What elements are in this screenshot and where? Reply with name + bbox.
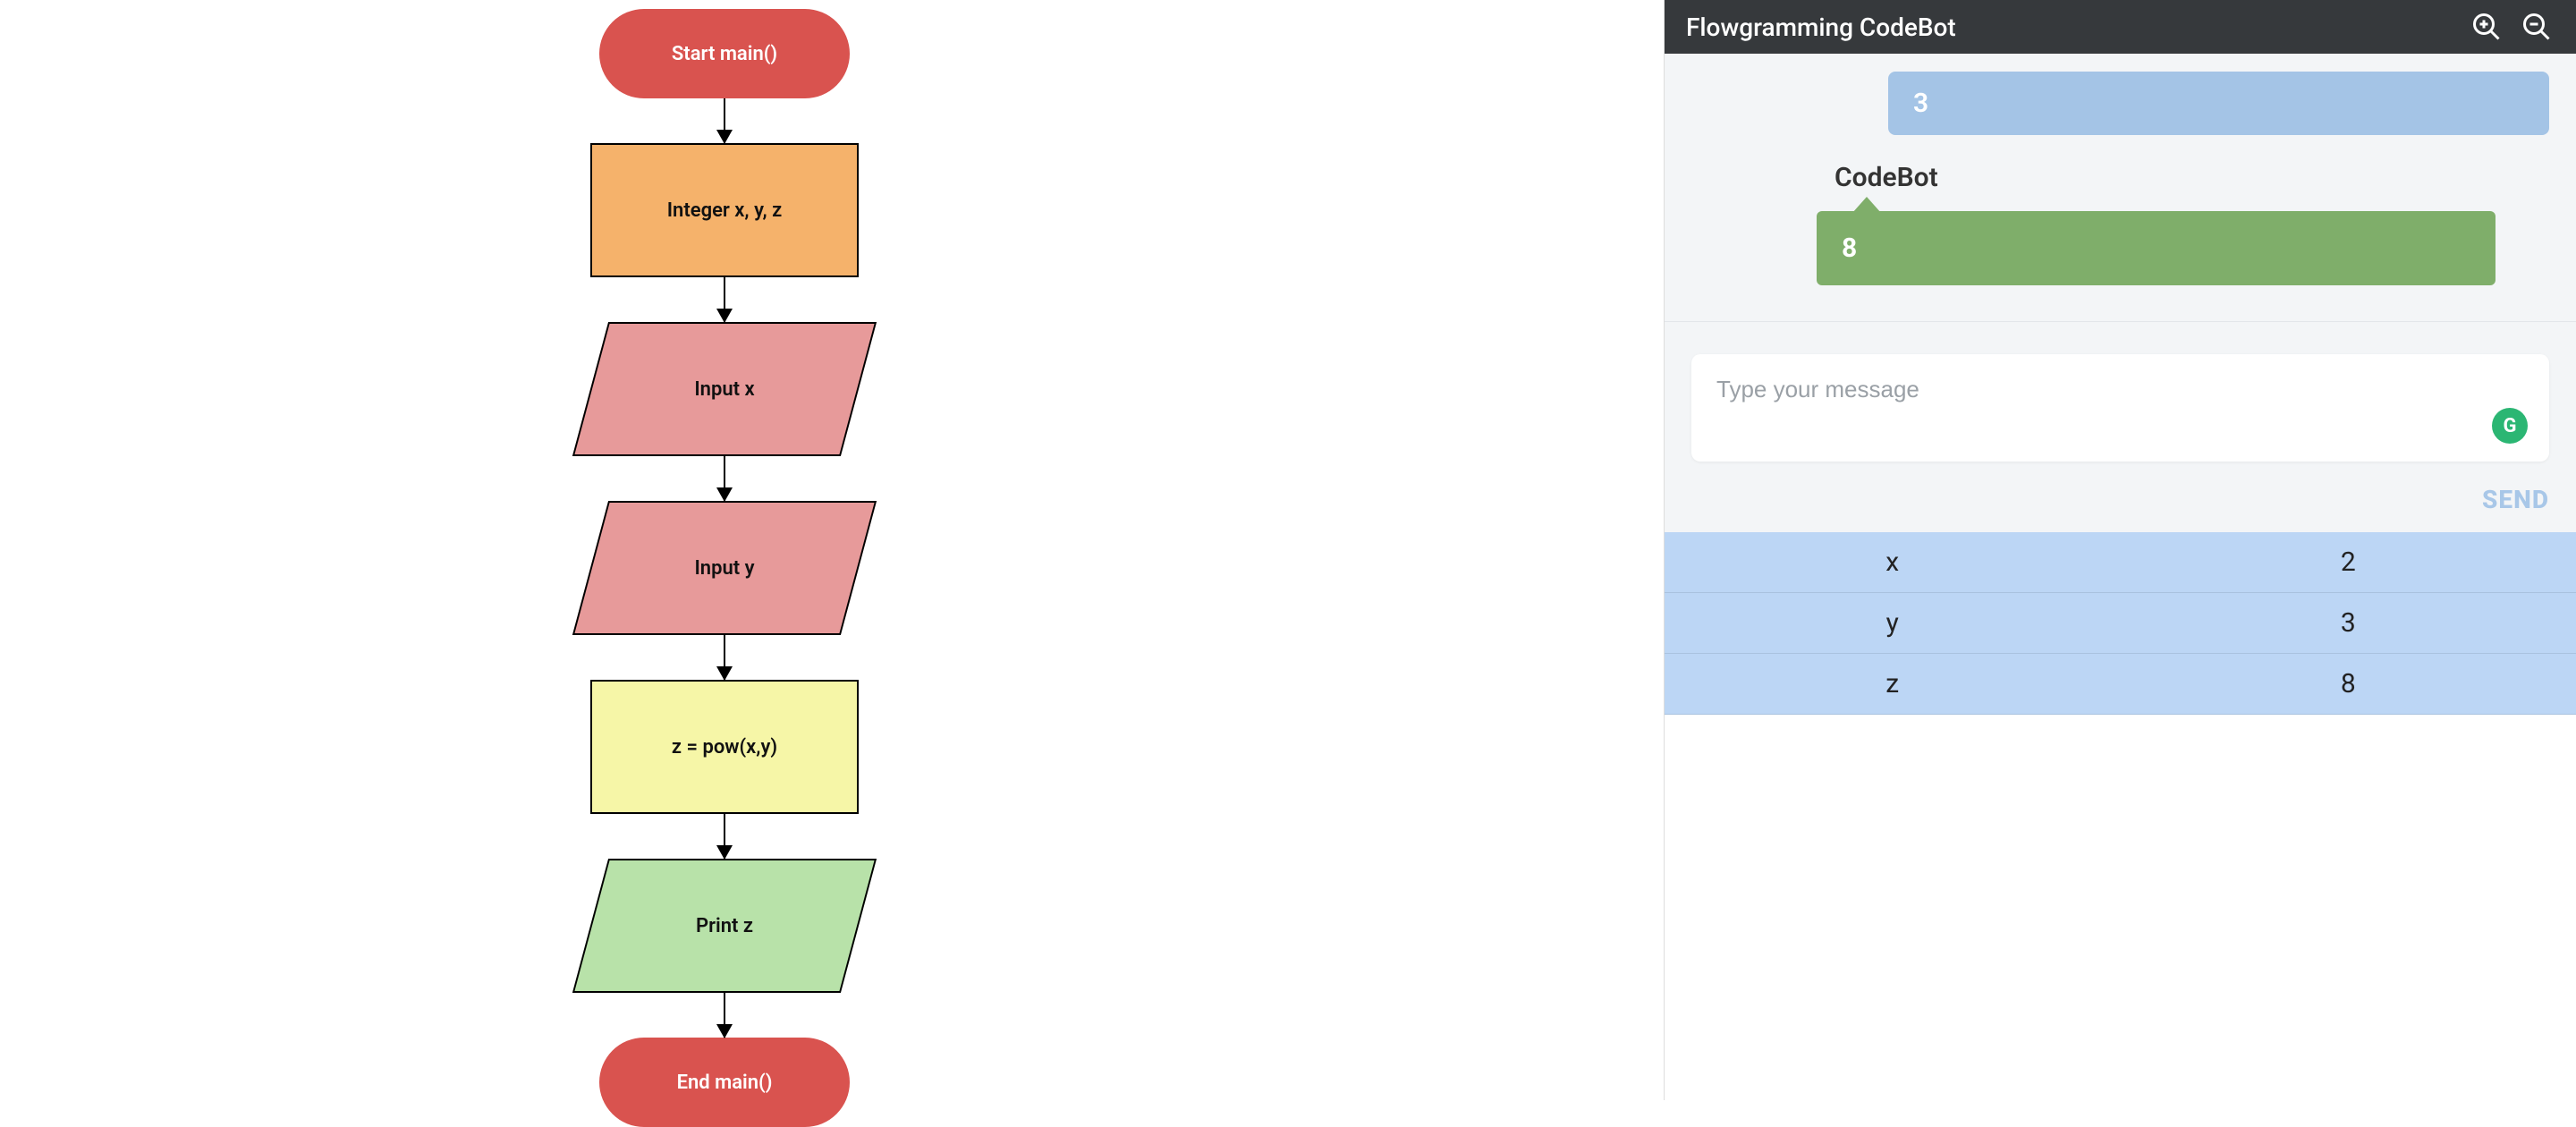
- var-name-cell: x: [1665, 532, 2121, 593]
- chat-input[interactable]: [1716, 376, 2524, 403]
- var-value-cell: 2: [2121, 532, 2576, 593]
- var-value-cell: 3: [2121, 593, 2576, 654]
- codebot-panel: Flowgramming CodeBot 3 CodeBot 8: [1664, 0, 2576, 1100]
- node-print[interactable]: Print z: [590, 859, 859, 993]
- panel-header: Flowgramming CodeBot: [1665, 0, 2576, 54]
- chat-input-area: G SEND: [1665, 321, 2576, 532]
- node-assign[interactable]: z = pow(x,y): [590, 680, 859, 814]
- node-end-label: End main(): [677, 1072, 773, 1094]
- node-start-label: Start main(): [672, 43, 777, 65]
- node-declare-label: Integer x, y, z: [667, 199, 783, 222]
- var-value-cell: 8: [2121, 654, 2576, 715]
- zoom-in-icon: [2470, 11, 2503, 43]
- grammarly-icon[interactable]: G: [2492, 408, 2528, 444]
- zoom-out-button[interactable]: [2519, 9, 2555, 45]
- arrow-icon: [724, 456, 725, 501]
- node-input-x[interactable]: Input x: [590, 322, 859, 456]
- arrow-icon: [724, 635, 725, 680]
- node-print-label: Print z: [590, 859, 859, 993]
- zoom-out-icon: [2521, 11, 2553, 43]
- node-input-y-label: Input y: [590, 501, 859, 635]
- chat-input-box[interactable]: G: [1691, 354, 2549, 462]
- var-name-cell: y: [1665, 593, 2121, 654]
- var-name-cell: z: [1665, 654, 2121, 715]
- arrow-icon: [724, 277, 725, 322]
- bot-name-label: CodeBot: [1835, 162, 2549, 193]
- user-message-text: 3: [1913, 88, 1928, 119]
- bot-message-bubble: 8: [1817, 211, 2496, 285]
- node-assign-label: z = pow(x,y): [672, 736, 777, 758]
- speech-arrow-icon: [1852, 197, 1881, 213]
- arrow-icon: [724, 98, 725, 143]
- flowchart-canvas[interactable]: Start main() Integer x, y, z Input x Inp…: [572, 9, 877, 1127]
- chat-area: 3 CodeBot 8: [1665, 54, 2576, 321]
- arrow-icon: [724, 814, 725, 859]
- variables-table: x 2 y 3 z 8: [1665, 532, 2576, 715]
- table-row: z 8: [1665, 654, 2576, 715]
- arrow-icon: [724, 993, 725, 1038]
- user-message-bubble: 3: [1888, 72, 2549, 135]
- node-start[interactable]: Start main(): [599, 9, 850, 98]
- table-row: y 3: [1665, 593, 2576, 654]
- node-input-x-label: Input x: [590, 322, 859, 456]
- zoom-in-button[interactable]: [2469, 9, 2504, 45]
- table-row: x 2: [1665, 532, 2576, 593]
- panel-title: Flowgramming CodeBot: [1686, 13, 2454, 42]
- send-button[interactable]: SEND: [2482, 485, 2549, 514]
- bot-message-text: 8: [1842, 233, 1857, 264]
- node-input-y[interactable]: Input y: [590, 501, 859, 635]
- node-declare[interactable]: Integer x, y, z: [590, 143, 859, 277]
- node-end[interactable]: End main(): [599, 1038, 850, 1127]
